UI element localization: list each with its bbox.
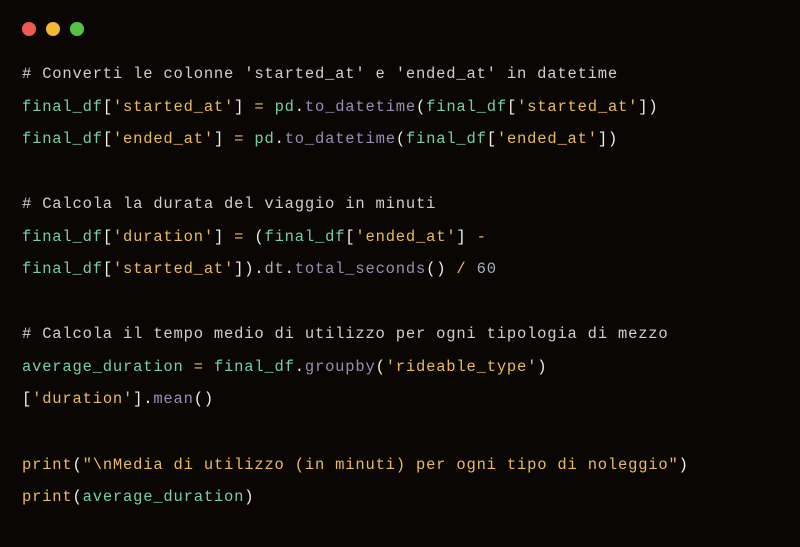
variable: pd: [254, 130, 274, 148]
punct: .: [285, 260, 295, 278]
variable: final_df: [22, 98, 103, 116]
variable: average_duration: [22, 358, 184, 376]
punct: .: [295, 358, 305, 376]
string: 'rideable_type': [386, 358, 538, 376]
string: 'ended_at': [355, 228, 456, 246]
operator: /: [456, 260, 466, 278]
bracket: ]: [214, 130, 224, 148]
string: 'started_at': [113, 260, 234, 278]
maximize-dot-icon: [70, 22, 84, 36]
bracket: ): [537, 358, 547, 376]
keyword: print: [22, 488, 73, 506]
function: mean: [153, 390, 193, 408]
close-dot-icon: [22, 22, 36, 36]
bracket: ]: [234, 98, 244, 116]
bracket: (: [396, 130, 406, 148]
punct: .: [275, 130, 285, 148]
variable: final_df: [22, 228, 103, 246]
variable: final_df: [22, 130, 103, 148]
string: 'ended_at': [497, 130, 598, 148]
bracket: (: [73, 488, 83, 506]
comment: # Calcola la durata del viaggio in minut…: [22, 195, 436, 213]
number: 60: [477, 260, 497, 278]
variable: final_df: [22, 260, 103, 278]
bracket: [: [103, 130, 113, 148]
bracket: ].: [133, 390, 153, 408]
variable: final_df: [264, 228, 345, 246]
bracket: [: [103, 98, 113, 116]
bracket: [: [103, 228, 113, 246]
bracket: ]): [638, 98, 658, 116]
operator: =: [234, 228, 244, 246]
variable: average_duration: [83, 488, 245, 506]
bracket: ]: [214, 228, 224, 246]
function: groupby: [305, 358, 376, 376]
operator: =: [194, 358, 204, 376]
operator: -: [477, 228, 487, 246]
bracket: [: [487, 130, 497, 148]
string: 'ended_at': [113, 130, 214, 148]
operator: =: [254, 98, 264, 116]
keyword: print: [22, 456, 73, 474]
bracket: ): [244, 488, 254, 506]
attribute: dt: [264, 260, 284, 278]
function: total_seconds: [295, 260, 426, 278]
variable: pd: [275, 98, 295, 116]
bracket: [: [345, 228, 355, 246]
titlebar: [0, 0, 800, 50]
bracket: (: [73, 456, 83, 474]
bracket: [: [507, 98, 517, 116]
punct: .: [295, 98, 305, 116]
bracket: ]).: [234, 260, 264, 278]
bracket: ]: [456, 228, 466, 246]
bracket: [: [22, 390, 32, 408]
bracket: (): [194, 390, 214, 408]
comment: # Calcola il tempo medio di utilizzo per…: [22, 325, 669, 343]
bracket: (: [416, 98, 426, 116]
variable: final_df: [214, 358, 295, 376]
string: 'started_at': [113, 98, 234, 116]
function: to_datetime: [305, 98, 416, 116]
string: 'started_at': [517, 98, 638, 116]
bracket: ]): [598, 130, 618, 148]
bracket: (: [254, 228, 264, 246]
string: 'duration': [113, 228, 214, 246]
bracket: ): [679, 456, 689, 474]
function: to_datetime: [285, 130, 396, 148]
variable: final_df: [426, 98, 507, 116]
bracket: [: [103, 260, 113, 278]
variable: final_df: [406, 130, 487, 148]
string: 'duration': [32, 390, 133, 408]
bracket: (): [426, 260, 446, 278]
code-window: # Converti le colonne 'started_at' e 'en…: [0, 0, 800, 547]
comment: # Converti le colonne 'started_at' e 'en…: [22, 65, 618, 83]
minimize-dot-icon: [46, 22, 60, 36]
operator: =: [234, 130, 244, 148]
bracket: (: [376, 358, 386, 376]
code-block: # Converti le colonne 'started_at' e 'en…: [0, 50, 800, 536]
string: "\nMedia di utilizzo (in minuti) per ogn…: [83, 456, 679, 474]
